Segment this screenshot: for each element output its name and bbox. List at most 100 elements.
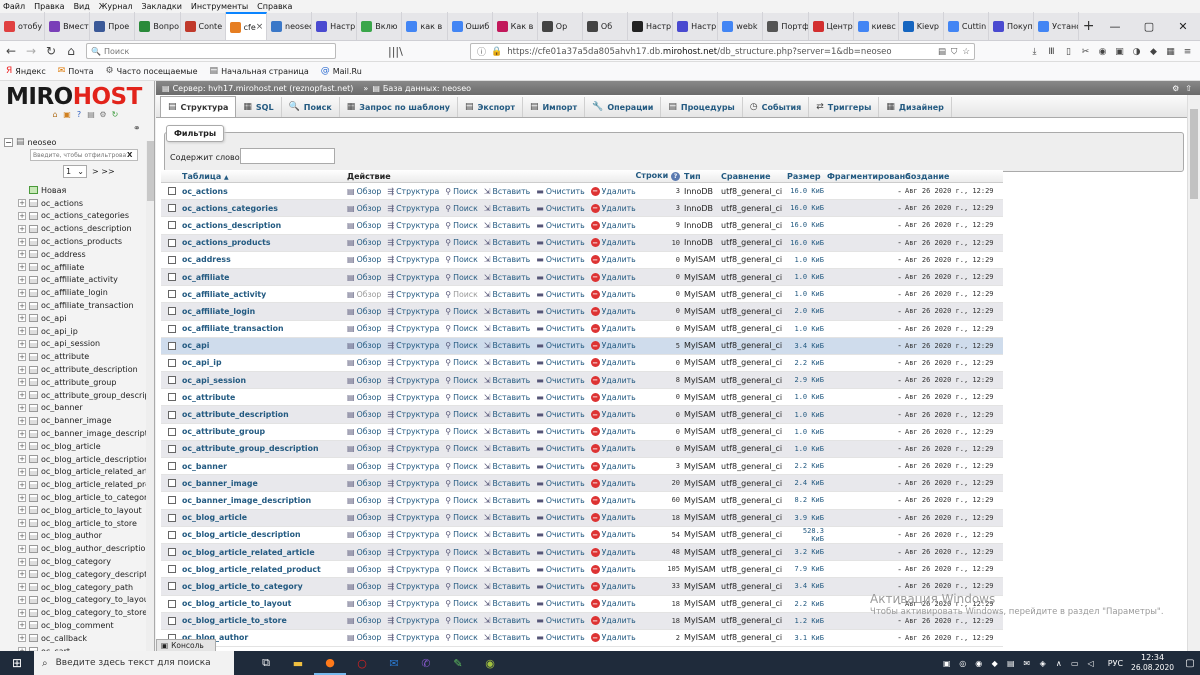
db-node[interactable]: − ▤ neoseo xyxy=(4,137,56,147)
tray-icon-7[interactable]: ◈ xyxy=(1036,659,1050,668)
expand-icon[interactable]: + xyxy=(18,250,26,259)
tray-icon-6[interactable]: ✉ xyxy=(1020,659,1034,668)
table-size-link[interactable]: 1.0 КиБ xyxy=(787,290,827,298)
nav-scroll-thumb[interactable] xyxy=(147,141,154,201)
action-structure[interactable]: ⇶ Структура xyxy=(387,187,439,196)
table-name-link[interactable]: oc_affiliate xyxy=(182,273,347,282)
browser-tab[interactable]: Conte xyxy=(181,12,226,40)
action-structure[interactable]: ⇶ Структура xyxy=(387,633,439,642)
action-browse[interactable]: ▤ Обзор xyxy=(347,513,381,522)
header-rows[interactable]: Строки ? xyxy=(632,171,684,181)
tree-table-item[interactable]: + oc_blog_author xyxy=(18,530,154,543)
browser-tab[interactable]: Kievp xyxy=(899,12,944,40)
tree-table-item[interactable]: + oc_attribute_group xyxy=(18,376,154,389)
action-drop[interactable]: − Удалить xyxy=(590,495,636,505)
tray-icon-4[interactable]: ◆ xyxy=(988,659,1002,668)
table-size-link[interactable]: 1.0 КиБ xyxy=(787,445,827,453)
expand-icon[interactable]: + xyxy=(18,608,26,617)
tree-table-item[interactable]: + oc_api_ip xyxy=(18,325,154,338)
table-name-link[interactable]: oc_banner_image xyxy=(182,479,347,488)
action-empty[interactable]: ▬ Очистить xyxy=(536,255,584,264)
action-browse[interactable]: ▤ Обзор xyxy=(347,530,381,539)
action-search[interactable]: ⚲ Поиск xyxy=(445,307,478,316)
action-empty[interactable]: ▬ Очистить xyxy=(536,462,584,471)
action-insert[interactable]: ⇲ Вставить xyxy=(484,290,530,299)
row-checkbox[interactable] xyxy=(167,307,176,316)
tree-table-item[interactable]: + oc_blog_category_to_layout xyxy=(18,594,154,607)
expand-icon[interactable]: + xyxy=(18,506,26,515)
action-search[interactable]: ⚲ Поиск xyxy=(445,633,478,642)
row-checkbox[interactable] xyxy=(167,187,176,196)
table-filter-input[interactable] xyxy=(31,151,127,159)
action-drop[interactable]: − Удалить xyxy=(590,478,636,488)
action-drop[interactable]: − Удалить xyxy=(590,599,636,609)
nav-scrollbar[interactable] xyxy=(146,141,154,651)
row-checkbox[interactable] xyxy=(167,393,176,402)
action-empty[interactable]: ▬ Очистить xyxy=(536,307,584,316)
main-scrollbar[interactable] xyxy=(1187,95,1200,651)
action-empty[interactable]: ▬ Очистить xyxy=(536,427,584,436)
action-browse[interactable]: ▤ Обзор xyxy=(347,221,381,230)
action-insert[interactable]: ⇲ Вставить xyxy=(484,444,530,453)
action-drop[interactable]: − Удалить xyxy=(590,358,636,368)
row-checkbox[interactable] xyxy=(167,582,176,591)
browser-tab[interactable]: cfe × xyxy=(225,12,268,40)
expand-icon[interactable]: + xyxy=(18,429,26,438)
expand-icon[interactable]: + xyxy=(18,621,26,630)
action-search[interactable]: ⚲ Поиск xyxy=(445,341,478,350)
tree-table-item[interactable]: + oc_actions xyxy=(18,197,154,210)
header-size[interactable]: Размер xyxy=(787,172,827,181)
app-icon[interactable]: ◉ xyxy=(474,651,506,675)
table-filter-box[interactable]: X xyxy=(30,149,138,161)
taskbar-search[interactable]: ⌕ Введите здесь текст для поиска xyxy=(34,651,234,675)
expand-icon[interactable]: + xyxy=(18,301,26,310)
menu-item[interactable]: Закладки xyxy=(141,2,181,11)
tree-table-item[interactable]: + oc_attribute_group_descripti xyxy=(18,389,154,402)
addon-icon[interactable]: ◉ xyxy=(1094,43,1111,60)
tree-table-item[interactable]: + oc_actions_categories xyxy=(18,210,154,223)
action-empty[interactable]: ▬ Очистить xyxy=(536,513,584,522)
tree-table-item[interactable]: + oc_api xyxy=(18,312,154,325)
tree-table-item[interactable]: + oc_blog_article_to_category xyxy=(18,491,154,504)
action-search[interactable]: ⚲ Поиск xyxy=(445,324,478,333)
expand-icon[interactable]: + xyxy=(18,519,26,528)
library-icon[interactable]: |||\ xyxy=(388,45,403,58)
browser-tab[interactable]: Портф xyxy=(763,12,809,40)
help-icon[interactable]: ? xyxy=(74,109,84,119)
action-insert[interactable]: ⇲ Вставить xyxy=(484,582,530,591)
addon5-icon[interactable]: ▦ xyxy=(1162,43,1179,60)
action-structure[interactable]: ⇶ Структура xyxy=(387,376,439,385)
browser-tab[interactable]: Вмест xyxy=(45,12,91,40)
browser-tab[interactable]: webk xyxy=(718,12,764,40)
bookmark-star-icon[interactable]: ☆ xyxy=(962,47,970,57)
tree-table-item[interactable]: + oc_blog_author_description xyxy=(18,542,154,555)
action-drop[interactable]: − Удалить xyxy=(590,289,636,299)
tree-table-item[interactable]: + oc_blog_category_descriptio xyxy=(18,568,154,581)
table-size-link[interactable]: 16.0 КиБ xyxy=(787,187,827,195)
action-insert[interactable]: ⇲ Вставить xyxy=(484,307,530,316)
tree-table-item[interactable]: + oc_banner_image xyxy=(18,414,154,427)
table-name-link[interactable]: oc_blog_article_related_product xyxy=(182,565,347,574)
table-size-link[interactable]: 16.0 КиБ xyxy=(787,221,827,229)
action-structure[interactable]: ⇶ Структура xyxy=(387,479,439,488)
row-checkbox[interactable] xyxy=(167,358,176,367)
bookmark-item[interactable]: Я Яндекс xyxy=(6,66,46,76)
table-name-link[interactable]: oc_blog_article_description xyxy=(182,530,347,539)
table-size-link[interactable]: 8.2 КиБ xyxy=(787,496,827,504)
action-browse[interactable]: ▤ Обзор xyxy=(347,290,381,299)
tree-table-item[interactable]: + oc_api_session xyxy=(18,338,154,351)
action-empty[interactable]: ▬ Очистить xyxy=(536,479,584,488)
outlook-icon[interactable]: ✉ xyxy=(378,651,410,675)
volume-icon[interactable]: ◁ xyxy=(1084,659,1098,668)
tray-icon-3[interactable]: ◉ xyxy=(972,659,986,668)
table-name-link[interactable]: oc_affiliate_transaction xyxy=(182,324,347,333)
collapse-icon[interactable]: − xyxy=(4,137,13,147)
table-name-link[interactable]: oc_banner xyxy=(182,462,347,471)
menu-item[interactable]: Правка xyxy=(34,2,64,11)
action-empty[interactable]: ▬ Очистить xyxy=(536,410,584,419)
action-drop[interactable]: − Удалить xyxy=(590,186,636,196)
action-browse[interactable]: ▤ Обзор xyxy=(347,238,381,247)
info-icon[interactable]: ⓘ xyxy=(477,45,486,58)
expand-icon[interactable]: + xyxy=(18,339,26,348)
tab-export[interactable]: ▤ Экспорт xyxy=(458,97,523,117)
